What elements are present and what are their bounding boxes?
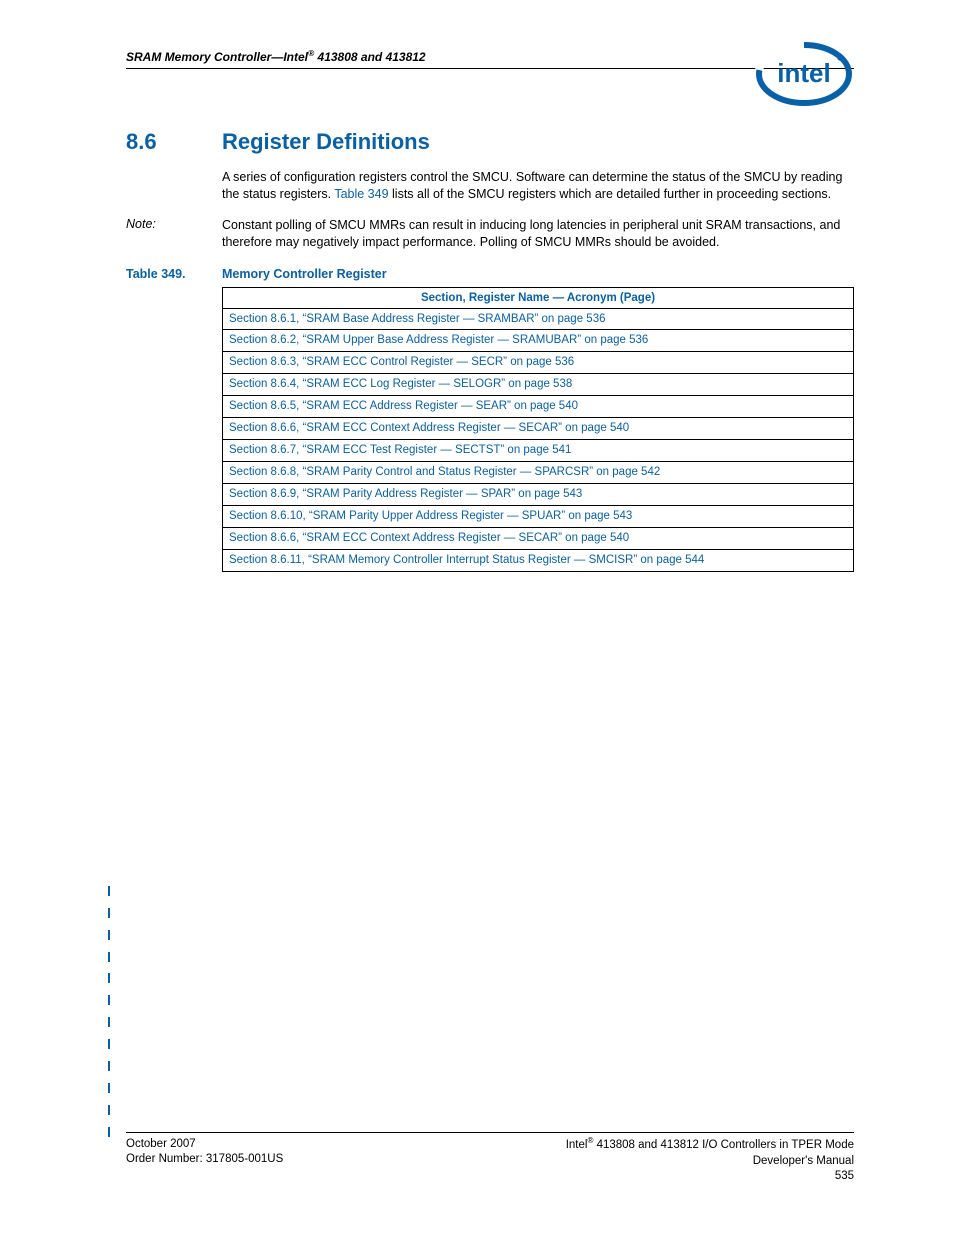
svg-text:intel: intel bbox=[777, 58, 830, 88]
register-table: Section, Register Name — Acronym (Page) … bbox=[222, 287, 854, 572]
change-bar bbox=[108, 995, 110, 1005]
table-caption-title: Memory Controller Register bbox=[222, 267, 387, 281]
change-bar bbox=[108, 1105, 110, 1115]
change-bar bbox=[108, 1061, 110, 1071]
footer-page-number: 535 bbox=[835, 1170, 854, 1182]
table-row-link[interactable]: Section 8.6.3, “SRAM ECC Control Registe… bbox=[223, 352, 854, 374]
section-number: 8.6 bbox=[126, 129, 222, 155]
table-caption: Table 349. Memory Controller Register bbox=[126, 267, 854, 281]
change-bar bbox=[108, 1039, 110, 1049]
table-row-link[interactable]: Section 8.6.9, “SRAM Parity Address Regi… bbox=[223, 484, 854, 506]
table-row-link[interactable]: Section 8.6.11, “SRAM Memory Controller … bbox=[223, 549, 854, 571]
footer-right: Intel® 413808 and 413812 I/O Controllers… bbox=[566, 1137, 854, 1185]
footer-left: October 2007 Order Number: 317805-001US bbox=[126, 1137, 283, 1185]
table-row-link[interactable]: Section 8.6.5, “SRAM ECC Address Registe… bbox=[223, 396, 854, 418]
table-row-link[interactable]: Section 8.6.1, “SRAM Base Address Regist… bbox=[223, 308, 854, 330]
change-bar bbox=[108, 1127, 110, 1137]
note-block: Note: Constant polling of SMCU MMRs can … bbox=[126, 217, 854, 251]
footer-order-number: Order Number: 317805-001US bbox=[126, 1153, 283, 1165]
note-label: Note: bbox=[126, 217, 222, 251]
table-row-link[interactable]: Section 8.6.10, “SRAM Parity Upper Addre… bbox=[223, 505, 854, 527]
footer-date: October 2007 bbox=[126, 1138, 196, 1150]
table-row-link[interactable]: Section 8.6.8, “SRAM Parity Control and … bbox=[223, 462, 854, 484]
table-row-link[interactable]: Section 8.6.4, “SRAM ECC Log Register — … bbox=[223, 374, 854, 396]
table-row-link[interactable]: Section 8.6.6, “SRAM ECC Context Address… bbox=[223, 418, 854, 440]
intel-logo: intel R bbox=[754, 40, 854, 113]
table-row-link[interactable]: Section 8.6.7, “SRAM ECC Test Register —… bbox=[223, 440, 854, 462]
footer-doc-subtitle: Developer's Manual bbox=[753, 1155, 854, 1167]
intro-paragraph: A series of configuration registers cont… bbox=[222, 169, 854, 203]
section-title: Register Definitions bbox=[222, 129, 430, 155]
change-bar bbox=[108, 952, 110, 962]
intro-post: lists all of the SMCU registers which ar… bbox=[389, 187, 832, 201]
change-bar bbox=[108, 973, 110, 983]
footer-doc-title: Intel® 413808 and 413812 I/O Controllers… bbox=[566, 1139, 854, 1151]
running-head: SRAM Memory Controller—Intel® 413808 and… bbox=[126, 48, 854, 64]
table-xref-link[interactable]: Table 349 bbox=[334, 187, 388, 201]
section-heading: 8.6 Register Definitions bbox=[126, 129, 854, 155]
change-bar bbox=[108, 1083, 110, 1093]
table-caption-label: Table 349. bbox=[126, 267, 222, 281]
page-footer: October 2007 Order Number: 317805-001US … bbox=[126, 1132, 854, 1185]
header-rule bbox=[126, 68, 854, 69]
table-row-link[interactable]: Section 8.6.6, “SRAM ECC Context Address… bbox=[223, 527, 854, 549]
footer-rule bbox=[126, 1132, 854, 1133]
page: intel R SRAM Memory Controller—Intel® 41… bbox=[0, 0, 954, 1235]
note-text: Constant polling of SMCU MMRs can result… bbox=[222, 217, 854, 251]
table-row-link[interactable]: Section 8.6.2, “SRAM Upper Base Address … bbox=[223, 330, 854, 352]
table-header: Section, Register Name — Acronym (Page) bbox=[223, 287, 854, 308]
change-bar bbox=[108, 908, 110, 918]
change-bar bbox=[108, 1017, 110, 1027]
change-bar bbox=[108, 930, 110, 940]
change-bar bbox=[108, 886, 110, 896]
